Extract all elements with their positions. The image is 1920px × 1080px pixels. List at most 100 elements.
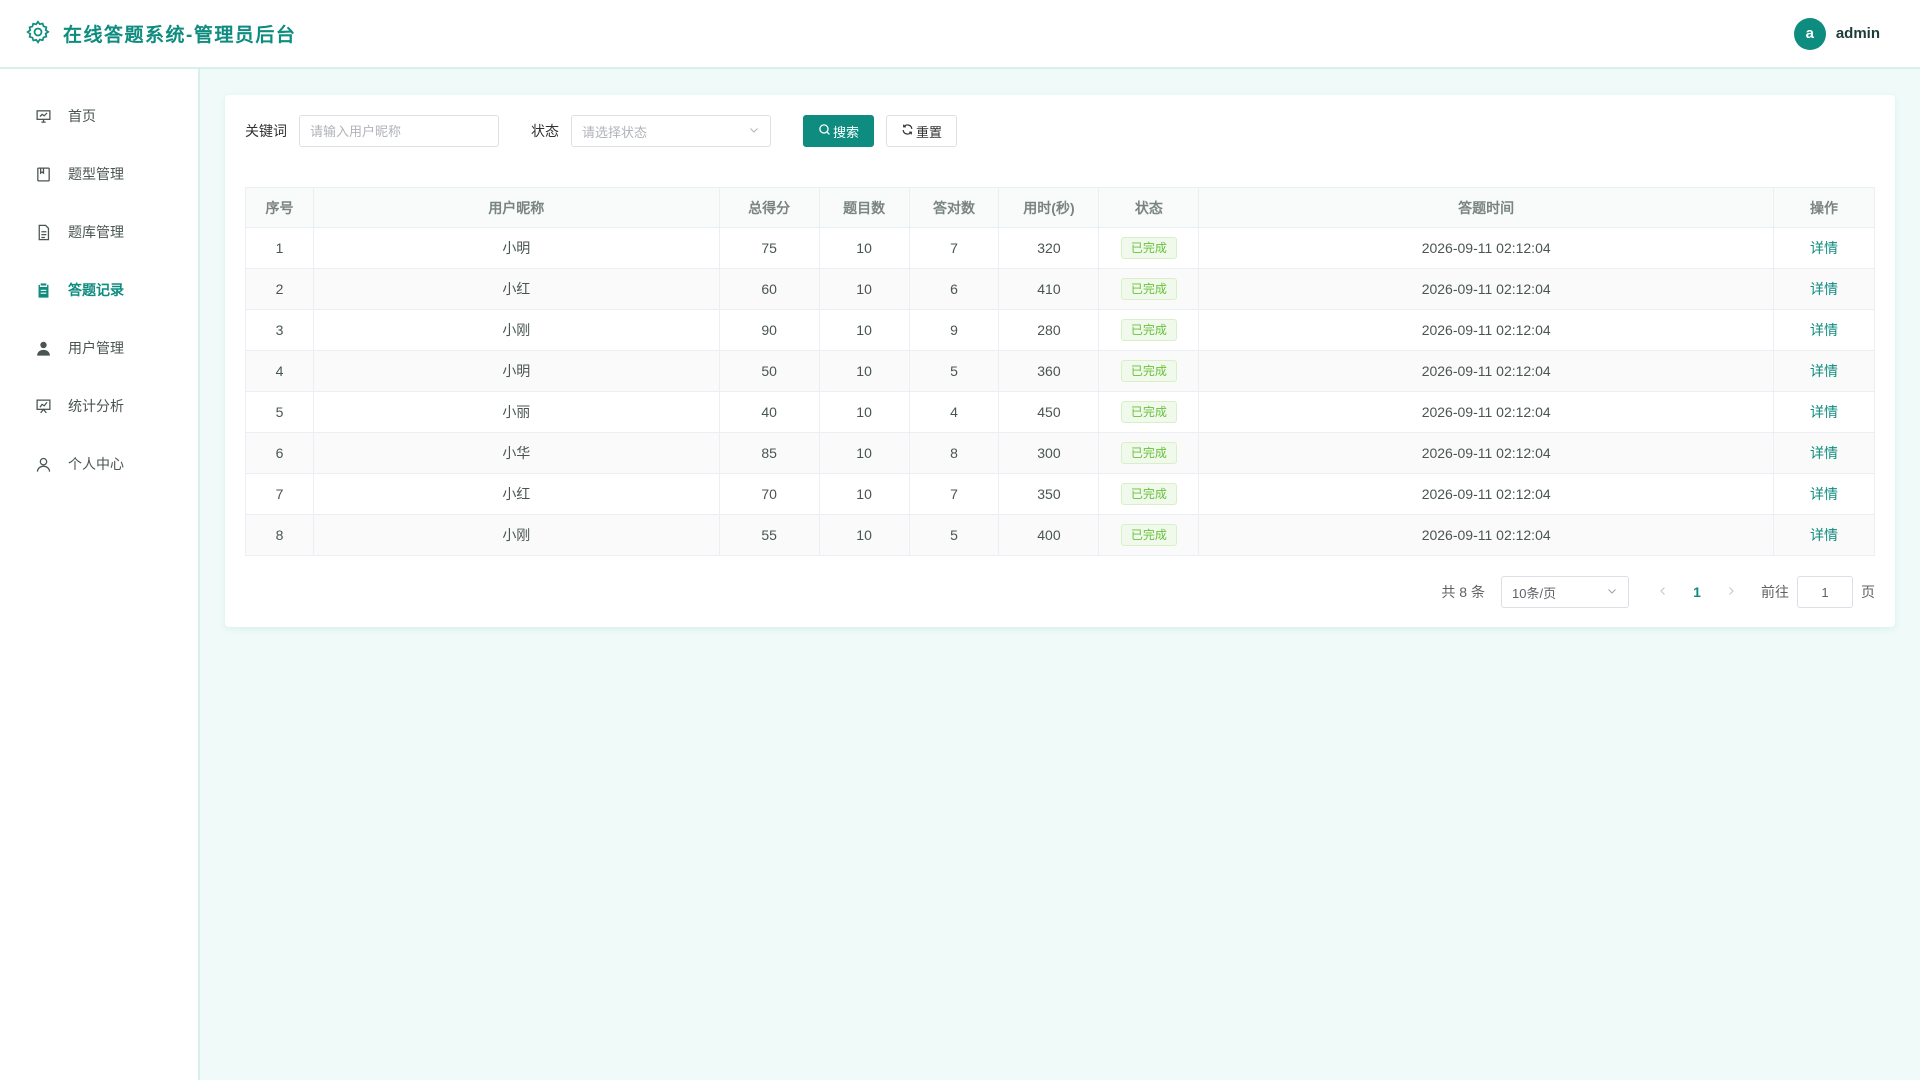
sidebar-item-label: 题库管理 [68, 224, 124, 240]
cell-text: 410 [1037, 281, 1061, 297]
sidebar-item-answer-records[interactable]: 答题记录 [0, 261, 198, 319]
cell-no: 2 [245, 268, 314, 310]
status-select-placeholder: 请选择状态 [582, 124, 648, 140]
cell-text: 85 [761, 445, 777, 461]
cell-text: 320 [1037, 240, 1061, 256]
column-header[interactable]: 序号 [245, 187, 314, 228]
column-header[interactable]: 用户昵称 [312, 187, 720, 228]
cell-action: 详情 [1772, 432, 1876, 474]
cell-score: 85 [718, 432, 820, 474]
detail-link[interactable]: 详情 [1810, 486, 1838, 502]
sidebar-item-label: 个人中心 [68, 456, 124, 472]
cell-no: 6 [245, 432, 314, 474]
sidebar-item-profile[interactable]: 个人中心 [0, 435, 198, 493]
cell-text: 10 [856, 404, 872, 420]
column-header[interactable]: 用时(秒) [998, 187, 1100, 228]
reset-button[interactable]: 重置 [886, 115, 958, 147]
status-badge: 已完成 [1120, 401, 1177, 423]
cell-total: 10 [818, 473, 910, 515]
cell-no: 8 [245, 514, 314, 556]
next-page-button[interactable] [1721, 584, 1741, 600]
search-button[interactable]: 搜索 [803, 115, 875, 147]
username[interactable]: admin [1836, 25, 1880, 42]
status-badge: 已完成 [1120, 278, 1177, 300]
cell-text: 小刚 [502, 322, 531, 338]
goto-label: 前往 [1761, 584, 1789, 600]
sidebar-item-label: 首页 [68, 108, 96, 124]
sidebar-item-label: 答题记录 [68, 282, 124, 298]
cell-status: 已完成 [1098, 432, 1200, 474]
cell-name: 小红 [312, 268, 720, 310]
cell-time: 360 [998, 350, 1100, 392]
cell-score: 50 [718, 350, 820, 392]
detail-link[interactable]: 详情 [1810, 363, 1838, 379]
detail-link[interactable]: 详情 [1810, 527, 1838, 543]
table-header-row: 序号 用户昵称 总得分 题目数 答对数 用时(秒) 状态 答题时间 操作 [245, 187, 1876, 228]
app-title: 在线答题系统-管理员后台 [63, 25, 297, 46]
cell-date: 2026-09-11 02:12:04 [1198, 350, 1774, 392]
cell-text: 10 [856, 486, 872, 502]
column-header[interactable]: 总得分 [718, 187, 820, 228]
detail-link[interactable]: 详情 [1810, 240, 1838, 256]
column-header[interactable]: 状态 [1098, 187, 1200, 228]
cell-text: 2026-09-11 02:12:04 [1421, 240, 1551, 256]
column-header[interactable]: 题目数 [818, 187, 910, 228]
goto-page-input[interactable] [1797, 576, 1853, 608]
cell-correct: 7 [908, 227, 1000, 269]
sidebar-item-question-bank[interactable]: 题库管理 [0, 203, 198, 261]
cell-total: 10 [818, 432, 910, 474]
avatar[interactable]: a [1793, 17, 1826, 50]
status-badge: 已完成 [1120, 483, 1177, 505]
cell-status: 已完成 [1098, 309, 1200, 351]
detail-link[interactable]: 详情 [1810, 404, 1838, 420]
column-header[interactable]: 答题时间 [1198, 187, 1774, 228]
cell-text: 5 [950, 363, 958, 379]
table-row: 5 小丽 40 10 4 450 已完成 2026-09-11 02:12:04 详情 [245, 391, 1876, 433]
cell-text: 10 [856, 281, 872, 297]
detail-link[interactable]: 详情 [1810, 281, 1838, 297]
cell-text: 10 [856, 527, 872, 543]
monitor-icon [34, 107, 52, 125]
status-badge: 已完成 [1120, 442, 1177, 464]
status-select[interactable]: 请选择状态 [571, 115, 771, 147]
cell-time: 300 [998, 432, 1100, 474]
prev-page-button[interactable] [1653, 584, 1673, 600]
cell-text: 2026-09-11 02:12:04 [1421, 363, 1551, 379]
cell-name: 小红 [312, 473, 720, 515]
sidebar-item-home[interactable]: 首页 [0, 87, 198, 145]
cell-score: 75 [718, 227, 820, 269]
cell-time: 410 [998, 268, 1100, 310]
cell-total: 10 [818, 514, 910, 556]
column-header[interactable]: 答对数 [908, 187, 1000, 228]
sidebar-item-statistics[interactable]: 统计分析 [0, 377, 198, 435]
cell-correct: 9 [908, 309, 1000, 351]
detail-link[interactable]: 详情 [1810, 322, 1838, 338]
page-number-current[interactable]: 1 [1687, 584, 1707, 600]
column-header[interactable]: 操作 [1772, 187, 1876, 228]
page-size-select[interactable]: 10条/页 [1501, 576, 1629, 608]
cell-status: 已完成 [1098, 391, 1200, 433]
refresh-icon [901, 123, 914, 139]
cell-total: 10 [818, 391, 910, 433]
cell-total: 10 [818, 350, 910, 392]
cell-text: 2026-09-11 02:12:04 [1421, 281, 1551, 297]
status-label: 状态 [531, 123, 559, 139]
detail-link[interactable]: 详情 [1810, 445, 1838, 461]
brand: 在线答题系统-管理员后台 [25, 19, 296, 48]
cell-text: 小明 [502, 240, 531, 256]
cell-time: 350 [998, 473, 1100, 515]
sidebar-item-question-types[interactable]: 题型管理 [0, 145, 198, 203]
keyword-input[interactable] [299, 115, 499, 147]
cell-status: 已完成 [1098, 350, 1200, 392]
table-row: 7 小红 70 10 7 350 已完成 2026-09-11 02:12:04 详情 [245, 473, 1876, 515]
cell-text: 2026-09-11 02:12:04 [1421, 445, 1551, 461]
cell-text: 2026-09-11 02:12:04 [1421, 404, 1551, 420]
cell-no: 5 [245, 391, 314, 433]
user-menu[interactable]: a admin [1793, 17, 1880, 50]
cell-text: 小华 [502, 445, 531, 461]
page-size-value: 10条/页 [1512, 585, 1557, 601]
cell-date: 2026-09-11 02:12:04 [1198, 227, 1774, 269]
sidebar: 首页 题型管理 题库管理 答题记录 用户管理 统计分析 个人中心 [0, 69, 200, 1080]
records-card: 关键词 状态 请选择状态 搜索 重置 序号 [225, 95, 1895, 627]
sidebar-item-user-management[interactable]: 用户管理 [0, 319, 198, 377]
